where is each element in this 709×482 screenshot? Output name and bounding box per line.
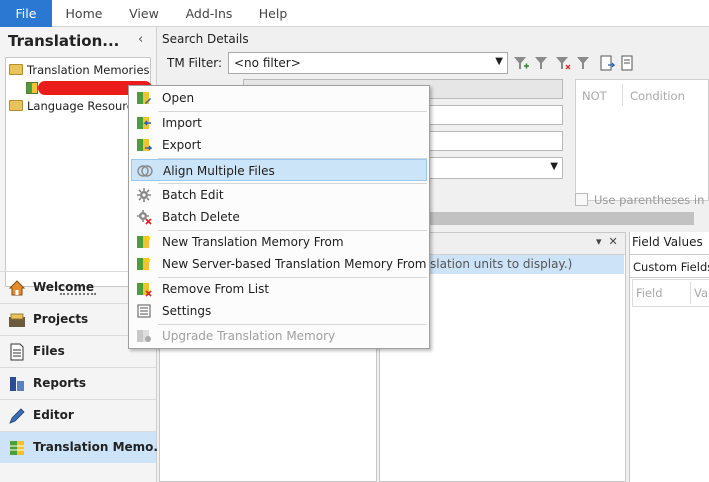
- folder-open-icon: [9, 64, 23, 75]
- menu-item-batch-delete[interactable]: Batch Delete: [131, 206, 427, 228]
- results-message: slation units to display.): [430, 257, 573, 271]
- tm-filter-value: <no filter>: [234, 56, 301, 70]
- filter-edit-icon[interactable]: [534, 55, 550, 71]
- search-details-title: Search Details: [162, 32, 249, 46]
- nav-button-label: Files: [33, 344, 65, 358]
- home-icon: [8, 280, 26, 296]
- menu-item-label: Export: [162, 138, 202, 152]
- menu-item-batch-edit[interactable]: Batch Edit: [131, 184, 427, 206]
- menu-item-label: Settings: [162, 304, 212, 318]
- chevron-down-icon: ▼: [550, 161, 558, 172]
- nav-button-label: Editor: [33, 408, 74, 422]
- menu-item-label: New Server-based Translation Memory From: [162, 257, 427, 271]
- tm-filter-dropdown[interactable]: <no filter> ▼: [228, 52, 508, 74]
- batch-edit-icon: [137, 188, 151, 202]
- field-values-pane: Field Values Custom Fields Field Va: [629, 232, 709, 482]
- collapse-icon[interactable]: ‹: [138, 32, 143, 47]
- tree-item-label: Translation Memories: [27, 63, 150, 77]
- column-divider: [690, 282, 691, 304]
- batch-delete-icon: [137, 210, 152, 225]
- folder-icon: [9, 100, 23, 111]
- nav-button-translation-memories[interactable]: Translation Memo...: [0, 431, 167, 463]
- nav-button-label: Reports: [33, 376, 87, 390]
- import-icon: [137, 117, 151, 129]
- translation-memory-icon: [26, 82, 38, 94]
- tm-filter-label: TM Filter:: [167, 56, 223, 70]
- filter-add-icon[interactable]: [513, 55, 529, 71]
- condition-col-condition: Condition: [630, 89, 685, 103]
- menu-item-label: Import: [162, 116, 202, 130]
- menu-item-new-tm-from[interactable]: New Translation Memory From: [131, 231, 427, 253]
- condition-grid: NOT Condition: [575, 79, 709, 201]
- condition-col-not: NOT: [582, 89, 607, 103]
- chevron-down-icon: ▼: [495, 56, 503, 67]
- menu-item-label: Remove From List: [162, 282, 270, 296]
- tree-item-label: Language Resource: [27, 99, 141, 113]
- tab-add-ins[interactable]: Add-Ins: [178, 0, 240, 27]
- filter-icon[interactable]: [576, 55, 592, 71]
- remove-icon: [137, 283, 152, 297]
- menu-item-label: Align Multiple Files: [163, 164, 275, 178]
- use-parentheses-checkbox[interactable]: [575, 193, 588, 206]
- reports-icon: [10, 377, 24, 391]
- nav-button-label: Projects: [33, 312, 89, 326]
- menu-item-align-multiple-files[interactable]: Align Multiple Files: [131, 159, 427, 181]
- nav-button-reports[interactable]: Reports: [0, 367, 156, 399]
- tab-home[interactable]: Home: [57, 0, 111, 27]
- menu-item-settings[interactable]: Settings: [131, 300, 427, 322]
- align-files-icon: [137, 165, 153, 177]
- tree-item-language-resources[interactable]: Language Resource: [9, 98, 140, 115]
- tab-view[interactable]: View: [120, 0, 168, 27]
- nav-header: Translation... ‹: [0, 27, 157, 55]
- horizontal-scrollbar[interactable]: [429, 212, 694, 225]
- tree-item-translation-memories[interactable]: Translation Memories: [9, 62, 150, 79]
- files-icon: [10, 343, 24, 361]
- menu-item-new-server-tm-from[interactable]: New Server-based Translation Memory From: [131, 253, 427, 275]
- upgrade-icon: [137, 330, 151, 342]
- field-values-title: Field Values: [632, 235, 703, 249]
- use-parentheses-label: Use parentheses in thi: [594, 193, 709, 207]
- column-divider: [622, 84, 623, 106]
- ribbon: File Home View Add-Ins Help: [0, 0, 709, 27]
- col-value: Va: [694, 286, 709, 300]
- open-icon: [137, 92, 151, 104]
- nav-button-editor[interactable]: Editor: [0, 399, 156, 431]
- menu-item-label: Upgrade Translation Memory: [162, 329, 336, 343]
- menu-item-remove-from-list[interactable]: Remove From List: [131, 278, 427, 300]
- menu-item-label: Batch Edit: [162, 188, 224, 202]
- col-field: Field: [636, 286, 663, 300]
- nav-button-label: Welcome: [33, 280, 95, 294]
- export-icon: [137, 139, 152, 151]
- context-menu: Open Import Export Align Multiple Files …: [128, 85, 430, 349]
- menu-item-label: Open: [162, 91, 195, 105]
- menu-item-import[interactable]: Import: [131, 112, 427, 134]
- menu-item-export[interactable]: Export: [131, 134, 427, 156]
- menu-item-open[interactable]: Open: [131, 87, 427, 109]
- menu-item-upgrade-tm: Upgrade Translation Memory: [131, 325, 427, 347]
- nav-title: Translation...: [8, 32, 120, 50]
- translation-memory-icon: [10, 441, 24, 455]
- menu-item-label: Batch Delete: [162, 210, 240, 224]
- custom-fields-tab[interactable]: Custom Fields: [630, 254, 709, 278]
- menu-item-label: New Translation Memory From: [162, 235, 344, 249]
- pane-controls[interactable]: ▾ ✕: [596, 235, 618, 248]
- filter-delete-icon[interactable]: [555, 55, 571, 71]
- settings-icon: [137, 304, 151, 318]
- filter-import-icon[interactable]: [599, 55, 615, 71]
- new-tm-icon: [137, 235, 151, 248]
- editor-icon: [9, 408, 25, 424]
- custom-fields-label: Custom Fields: [633, 260, 709, 274]
- filter-export-icon[interactable]: [620, 55, 636, 71]
- projects-icon: [9, 313, 25, 327]
- tab-file[interactable]: File: [0, 0, 52, 27]
- tab-help[interactable]: Help: [250, 0, 296, 27]
- new-server-tm-icon: [137, 257, 151, 270]
- nav-button-label: Translation Memo...: [33, 440, 168, 454]
